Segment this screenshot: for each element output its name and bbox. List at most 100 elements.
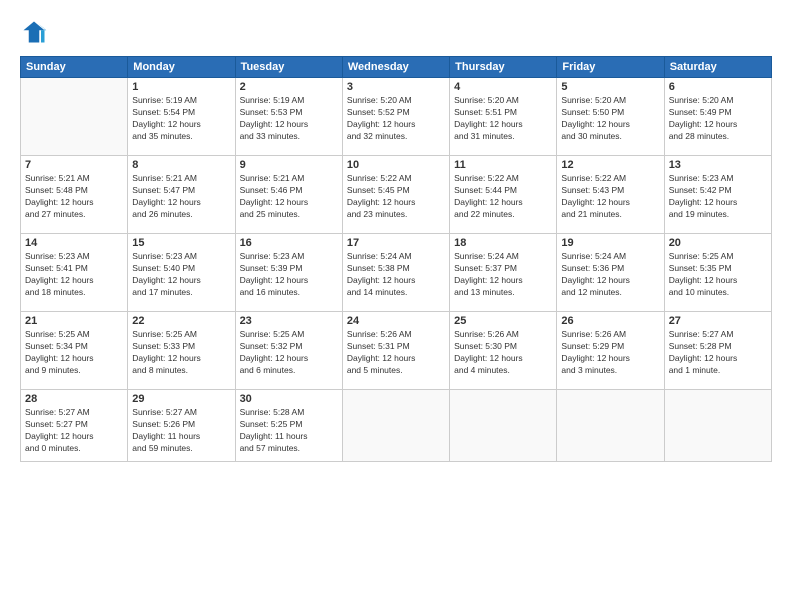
day-number: 15 (132, 237, 230, 249)
day-info: Sunrise: 5:24 AM Sunset: 5:37 PM Dayligh… (454, 251, 552, 299)
day-info: Sunrise: 5:27 AM Sunset: 5:26 PM Dayligh… (132, 407, 230, 455)
calendar-cell: 12 Sunrise: 5:22 AM Sunset: 5:43 PM Dayli… (557, 156, 664, 234)
day-number: 8 (132, 159, 230, 171)
calendar-cell: 30 Sunrise: 5:28 AM Sunset: 5:25 PM Dayli… (235, 390, 342, 462)
calendar-cell: 14Sunrise: 5:23 AM Sunset: 5:41 PM Dayli… (21, 234, 128, 312)
day-info: Sunrise: 5:27 AM Sunset: 5:27 PM Dayligh… (25, 407, 123, 455)
day-number: 30 (240, 393, 338, 405)
day-info: Sunrise: 5:26 AM Sunset: 5:30 PM Dayligh… (454, 329, 552, 377)
day-info: Sunrise: 5:25 AM Sunset: 5:34 PM Dayligh… (25, 329, 123, 377)
calendar-cell: 15 Sunrise: 5:23 AM Sunset: 5:40 PM Dayli… (128, 234, 235, 312)
day-info: Sunrise: 5:21 AM Sunset: 5:48 PM Dayligh… (25, 173, 123, 221)
calendar-cell: 18 Sunrise: 5:24 AM Sunset: 5:37 PM Dayli… (450, 234, 557, 312)
calendar-cell: 2 Sunrise: 5:19 AM Sunset: 5:53 PM Daylig… (235, 78, 342, 156)
day-info: Sunrise: 5:28 AM Sunset: 5:25 PM Dayligh… (240, 407, 338, 455)
day-number: 17 (347, 237, 445, 249)
day-number: 22 (132, 315, 230, 327)
calendar-cell: 11 Sunrise: 5:22 AM Sunset: 5:44 PM Dayli… (450, 156, 557, 234)
day-number: 2 (240, 81, 338, 93)
day-info: Sunrise: 5:23 AM Sunset: 5:40 PM Dayligh… (132, 251, 230, 299)
day-number: 7 (25, 159, 123, 171)
calendar-cell (450, 390, 557, 462)
day-info: Sunrise: 5:26 AM Sunset: 5:31 PM Dayligh… (347, 329, 445, 377)
day-number: 18 (454, 237, 552, 249)
day-info: Sunrise: 5:20 AM Sunset: 5:50 PM Dayligh… (561, 95, 659, 143)
calendar-week-row: 28 Sunrise: 5:27 AM Sunset: 5:27 PM Dayli… (21, 390, 772, 462)
calendar-cell: 13Sunrise: 5:23 AM Sunset: 5:42 PM Dayli… (664, 156, 771, 234)
day-info: Sunrise: 5:25 AM Sunset: 5:33 PM Dayligh… (132, 329, 230, 377)
calendar-cell: 19Sunrise: 5:24 AM Sunset: 5:36 PM Dayli… (557, 234, 664, 312)
day-number: 25 (454, 315, 552, 327)
calendar-cell: 25 Sunrise: 5:26 AM Sunset: 5:30 PM Dayli… (450, 312, 557, 390)
day-info: Sunrise: 5:22 AM Sunset: 5:45 PM Dayligh… (347, 173, 445, 221)
day-number: 13 (669, 159, 767, 171)
day-number: 10 (347, 159, 445, 171)
day-header-thursday: Thursday (450, 57, 557, 78)
day-info: Sunrise: 5:22 AM Sunset: 5:44 PM Dayligh… (454, 173, 552, 221)
calendar-cell (557, 390, 664, 462)
calendar-cell: 5 Sunrise: 5:20 AM Sunset: 5:50 PM Daylig… (557, 78, 664, 156)
day-number: 12 (561, 159, 659, 171)
day-info: Sunrise: 5:23 AM Sunset: 5:39 PM Dayligh… (240, 251, 338, 299)
logo (20, 18, 52, 46)
calendar-cell: 6 Sunrise: 5:20 AM Sunset: 5:49 PM Daylig… (664, 78, 771, 156)
calendar-cell: 16 Sunrise: 5:23 AM Sunset: 5:39 PM Dayli… (235, 234, 342, 312)
day-number: 27 (669, 315, 767, 327)
day-info: Sunrise: 5:19 AM Sunset: 5:54 PM Dayligh… (132, 95, 230, 143)
calendar-cell (21, 78, 128, 156)
calendar-week-row: 21 Sunrise: 5:25 AM Sunset: 5:34 PM Dayli… (21, 312, 772, 390)
calendar-cell: 4 Sunrise: 5:20 AM Sunset: 5:51 PM Daylig… (450, 78, 557, 156)
day-number: 21 (25, 315, 123, 327)
day-number: 4 (454, 81, 552, 93)
calendar-cell: 27 Sunrise: 5:27 AM Sunset: 5:28 PM Dayli… (664, 312, 771, 390)
day-number: 9 (240, 159, 338, 171)
day-number: 29 (132, 393, 230, 405)
day-info: Sunrise: 5:26 AM Sunset: 5:29 PM Dayligh… (561, 329, 659, 377)
calendar-page: SundayMondayTuesdayWednesdayThursdayFrid… (0, 0, 792, 612)
day-number: 3 (347, 81, 445, 93)
header (20, 18, 772, 46)
calendar-cell: 10 Sunrise: 5:22 AM Sunset: 5:45 PM Dayli… (342, 156, 449, 234)
day-number: 24 (347, 315, 445, 327)
calendar-cell (664, 390, 771, 462)
day-header-wednesday: Wednesday (342, 57, 449, 78)
day-number: 14 (25, 237, 123, 249)
calendar-cell: 22 Sunrise: 5:25 AM Sunset: 5:33 PM Dayli… (128, 312, 235, 390)
day-number: 28 (25, 393, 123, 405)
calendar-cell: 26 Sunrise: 5:26 AM Sunset: 5:29 PM Dayli… (557, 312, 664, 390)
calendar-cell (342, 390, 449, 462)
day-number: 11 (454, 159, 552, 171)
calendar-week-row: 7 Sunrise: 5:21 AM Sunset: 5:48 PM Daylig… (21, 156, 772, 234)
calendar-week-row: 1Sunrise: 5:19 AM Sunset: 5:54 PM Daylig… (21, 78, 772, 156)
logo-icon (20, 18, 48, 46)
calendar-cell: 8 Sunrise: 5:21 AM Sunset: 5:47 PM Daylig… (128, 156, 235, 234)
day-info: Sunrise: 5:21 AM Sunset: 5:46 PM Dayligh… (240, 173, 338, 221)
calendar-week-row: 14Sunrise: 5:23 AM Sunset: 5:41 PM Dayli… (21, 234, 772, 312)
day-header-tuesday: Tuesday (235, 57, 342, 78)
day-info: Sunrise: 5:19 AM Sunset: 5:53 PM Dayligh… (240, 95, 338, 143)
day-number: 26 (561, 315, 659, 327)
day-number: 5 (561, 81, 659, 93)
day-info: Sunrise: 5:25 AM Sunset: 5:35 PM Dayligh… (669, 251, 767, 299)
calendar-cell: 20 Sunrise: 5:25 AM Sunset: 5:35 PM Dayli… (664, 234, 771, 312)
calendar-cell: 24 Sunrise: 5:26 AM Sunset: 5:31 PM Dayli… (342, 312, 449, 390)
day-number: 23 (240, 315, 338, 327)
calendar-cell: 1Sunrise: 5:19 AM Sunset: 5:54 PM Daylig… (128, 78, 235, 156)
day-header-friday: Friday (557, 57, 664, 78)
calendar-cell: 3Sunrise: 5:20 AM Sunset: 5:52 PM Daylig… (342, 78, 449, 156)
day-number: 16 (240, 237, 338, 249)
day-info: Sunrise: 5:27 AM Sunset: 5:28 PM Dayligh… (669, 329, 767, 377)
day-number: 20 (669, 237, 767, 249)
calendar-cell: 7 Sunrise: 5:21 AM Sunset: 5:48 PM Daylig… (21, 156, 128, 234)
day-number: 19 (561, 237, 659, 249)
day-info: Sunrise: 5:20 AM Sunset: 5:49 PM Dayligh… (669, 95, 767, 143)
calendar-cell: 29 Sunrise: 5:27 AM Sunset: 5:26 PM Dayli… (128, 390, 235, 462)
day-header-saturday: Saturday (664, 57, 771, 78)
day-number: 6 (669, 81, 767, 93)
day-info: Sunrise: 5:21 AM Sunset: 5:47 PM Dayligh… (132, 173, 230, 221)
day-info: Sunrise: 5:22 AM Sunset: 5:43 PM Dayligh… (561, 173, 659, 221)
day-info: Sunrise: 5:25 AM Sunset: 5:32 PM Dayligh… (240, 329, 338, 377)
calendar-cell: 17Sunrise: 5:24 AM Sunset: 5:38 PM Dayli… (342, 234, 449, 312)
day-info: Sunrise: 5:20 AM Sunset: 5:51 PM Dayligh… (454, 95, 552, 143)
calendar-header-row: SundayMondayTuesdayWednesdayThursdayFrid… (21, 57, 772, 78)
